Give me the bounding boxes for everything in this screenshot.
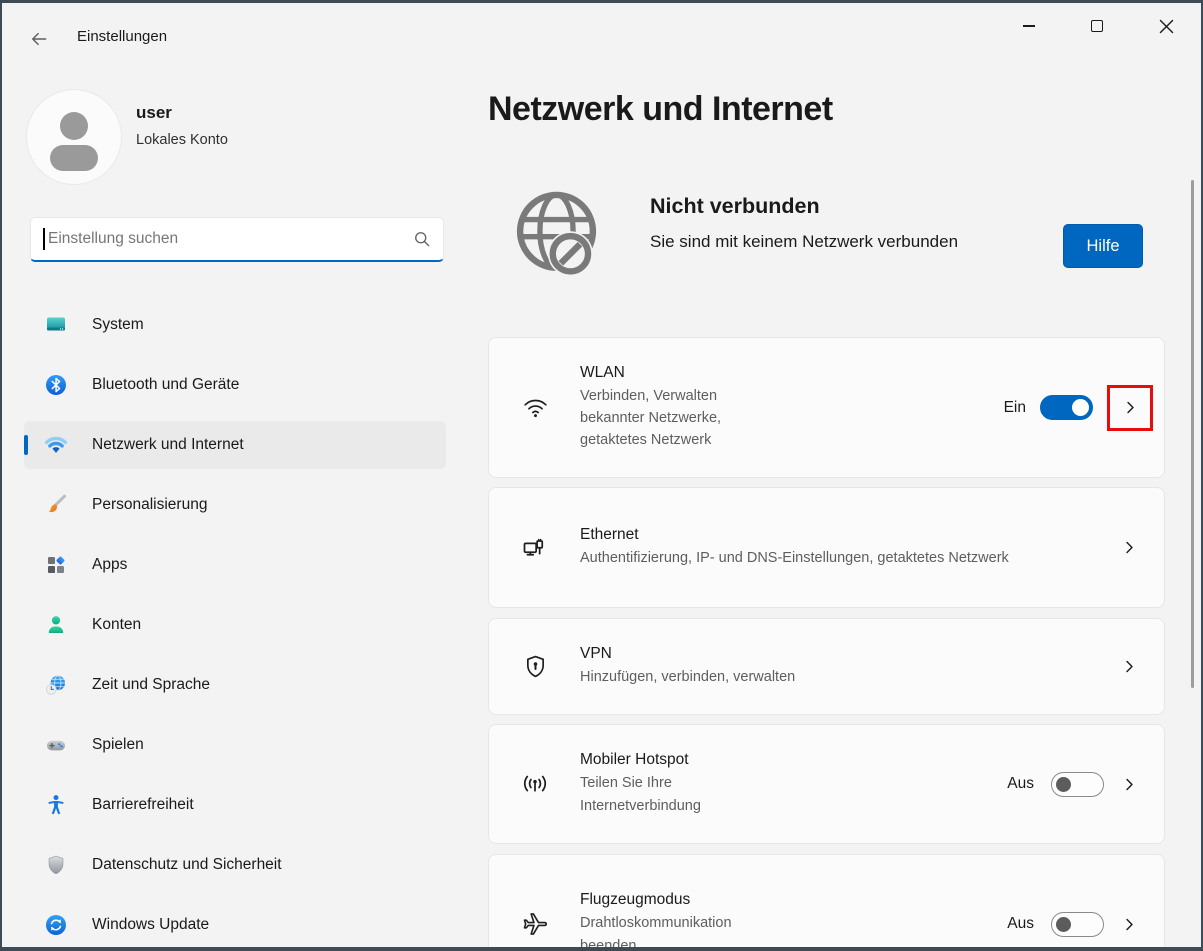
sidebar-item-personalization[interactable]: Personalisierung — [24, 481, 446, 529]
sidebar-item-label: Datenschutz und Sicherheit — [92, 856, 282, 874]
hotspot-toggle[interactable] — [1051, 772, 1104, 797]
toggle-state-label: Aus — [1007, 915, 1034, 933]
gaming-icon — [44, 733, 68, 757]
personalization-icon — [44, 493, 68, 517]
network-icon — [44, 433, 68, 457]
card-subtitle: Authentifizierung, IP- und DNS-Einstellu… — [580, 547, 1009, 569]
connection-status: Nicht verbunden Sie sind mit keinem Netz… — [488, 178, 1165, 290]
airplane-mode-toggle[interactable] — [1051, 912, 1104, 937]
app-title: Einstellungen — [77, 28, 167, 45]
sidebar-item-label: Windows Update — [92, 916, 209, 934]
accounts-icon — [44, 613, 68, 637]
ethernet-icon — [521, 534, 549, 562]
red-annotation-box — [1107, 385, 1153, 431]
search-input[interactable] — [30, 217, 444, 262]
sidebar-item-label: Barrierefreiheit — [92, 796, 194, 814]
sidebar-item-accessibility[interactable]: Barrierefreiheit — [24, 781, 446, 829]
sidebar-item-label: Bluetooth und Geräte — [92, 376, 239, 394]
sidebar-item-label: Personalisierung — [92, 496, 207, 514]
time-language-icon — [44, 673, 68, 697]
chevron-right-icon[interactable] — [1122, 399, 1139, 416]
chevron-right-icon[interactable] — [1121, 658, 1138, 675]
wifi-icon — [522, 394, 549, 421]
toggle-knob — [1056, 917, 1071, 932]
airplane-mode-card[interactable]: Flugzeugmodus Drahtloskommunikation been… — [488, 854, 1165, 951]
toggle-knob — [1056, 777, 1071, 792]
card-subtitle: Verbinden, Verwalten bekannter Netzwerke… — [580, 385, 750, 451]
chevron-right-icon[interactable] — [1121, 539, 1138, 556]
search-icon — [412, 229, 432, 249]
status-subtitle: Sie sind mit keinem Netzwerk verbunden — [650, 232, 958, 252]
mobile-hotspot-card[interactable]: Mobiler Hotspot Teilen Sie Ihre Internet… — [488, 724, 1165, 844]
account-type: Lokales Konto — [136, 132, 228, 148]
selected-accent-bar — [24, 435, 28, 455]
sidebar-item-label: Netzwerk und Internet — [92, 436, 244, 454]
bluetooth-icon — [44, 373, 68, 397]
card-subtitle: Drahtloskommunikation beenden — [580, 912, 755, 951]
sidebar-item-bluetooth[interactable]: Bluetooth und Geräte — [24, 361, 446, 409]
sidebar-item-privacy[interactable]: Datenschutz und Sicherheit — [24, 841, 446, 889]
card-title: Flugzeugmodus — [580, 891, 755, 909]
main-content: Netzwerk und Internet Nicht verbunden Si… — [488, 0, 1165, 951]
card-title: WLAN — [580, 364, 750, 382]
wlan-card[interactable]: WLAN Verbinden, Verwalten bekannter Netz… — [488, 337, 1165, 478]
sidebar-item-system[interactable]: System — [24, 301, 446, 349]
sidebar-item-label: Apps — [92, 556, 127, 574]
card-title: Ethernet — [580, 526, 1009, 544]
sidebar-item-accounts[interactable]: Konten — [24, 601, 446, 649]
back-button[interactable] — [26, 26, 52, 52]
sidebar-item-gaming[interactable]: Spielen — [24, 721, 446, 769]
card-subtitle: Teilen Sie Ihre Internetverbindung — [580, 772, 730, 816]
vpn-card[interactable]: VPN Hinzufügen, verbinden, verwalten — [488, 618, 1165, 715]
toggle-state-label: Aus — [1007, 775, 1034, 793]
sidebar-nav: System Bluetooth und Geräte Netzwerk und… — [24, 301, 446, 951]
card-subtitle: Hinzufügen, verbinden, verwalten — [580, 666, 795, 688]
windows-update-icon — [44, 913, 68, 937]
hotspot-icon — [521, 770, 549, 798]
card-title: VPN — [580, 645, 795, 663]
settings-cards: WLAN Verbinden, Verwalten bekannter Netz… — [488, 337, 1165, 951]
card-title: Mobiler Hotspot — [580, 751, 730, 769]
wlan-toggle[interactable] — [1040, 395, 1093, 420]
accessibility-icon — [44, 793, 68, 817]
help-button[interactable]: Hilfe — [1063, 224, 1143, 268]
ethernet-card[interactable]: Ethernet Authentifizierung, IP- und DNS-… — [488, 487, 1165, 608]
search-box — [30, 217, 444, 262]
sidebar-item-time-language[interactable]: Zeit und Sprache — [24, 661, 446, 709]
sidebar-item-label: System — [92, 316, 144, 334]
chevron-right-icon[interactable] — [1121, 916, 1138, 933]
vpn-shield-icon — [522, 653, 549, 680]
vertical-scrollbar[interactable] — [1191, 180, 1194, 688]
sidebar-item-label: Zeit und Sprache — [92, 676, 210, 694]
airplane-icon — [521, 910, 549, 938]
toggle-state-label: Ein — [1004, 399, 1026, 417]
globe-offline-icon — [503, 181, 610, 288]
page-title: Netzwerk und Internet — [488, 90, 833, 129]
system-icon — [44, 313, 68, 337]
chevron-right-icon[interactable] — [1121, 776, 1138, 793]
apps-icon — [44, 553, 68, 577]
user-name: user — [136, 103, 172, 123]
status-title: Nicht verbunden — [650, 194, 958, 219]
sidebar-item-label: Konten — [92, 616, 141, 634]
sidebar-item-apps[interactable]: Apps — [24, 541, 446, 589]
user-profile[interactable]: user Lokales Konto — [27, 90, 427, 186]
sidebar-item-network[interactable]: Netzwerk und Internet — [24, 421, 446, 469]
back-arrow-icon — [29, 29, 49, 49]
toggle-knob — [1072, 399, 1089, 416]
sidebar-item-windows-update[interactable]: Windows Update — [24, 901, 446, 949]
sidebar-item-label: Spielen — [92, 736, 144, 754]
privacy-icon — [44, 853, 68, 877]
text-caret — [43, 228, 45, 250]
avatar — [27, 90, 121, 184]
